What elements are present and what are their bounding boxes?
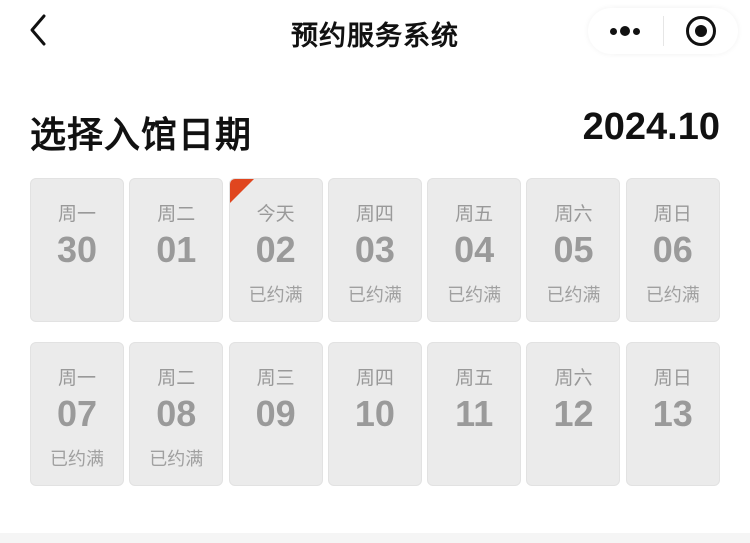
date-number: 02 — [255, 229, 296, 270]
section-title: 选择入馆日期 — [30, 115, 253, 156]
date-card[interactable]: 周六 05 已约满 — [526, 178, 621, 322]
weekday-label: 今天 — [256, 203, 295, 225]
weekday-label: 周一 — [57, 367, 96, 389]
target-circle-icon — [685, 16, 716, 46]
nav-bar: 预约服务系统 — [0, 0, 750, 62]
weekday-label: 周日 — [653, 367, 692, 389]
weekday-label: 周六 — [554, 367, 593, 389]
date-number: 03 — [354, 229, 395, 270]
date-number: 07 — [56, 393, 98, 434]
close-button[interactable] — [664, 8, 739, 54]
booking-status: 已约满 — [447, 285, 502, 306]
month-label: 2024.10 — [582, 106, 720, 148]
date-number: 11 — [455, 393, 494, 434]
weekday-label: 周二 — [157, 367, 196, 389]
weekday-label: 周四 — [355, 367, 394, 389]
date-card[interactable]: 周二 08 已约满 — [129, 342, 224, 486]
booking-status: 已约满 — [347, 285, 402, 306]
weekday-label: 周二 — [157, 203, 196, 225]
date-card[interactable]: 周一 07 已约满 — [30, 342, 124, 486]
weekday-label: 周日 — [653, 203, 692, 225]
date-card[interactable]: 周四 10 — [327, 342, 422, 486]
booking-status: 已约满 — [149, 449, 204, 470]
mini-program-capsule — [588, 8, 738, 54]
more-button[interactable] — [588, 8, 663, 54]
weekday-label: 周六 — [554, 203, 593, 225]
booking-status: 已约满 — [645, 285, 700, 306]
bottom-divider — [0, 533, 750, 543]
more-dots-icon — [610, 26, 641, 36]
date-number: 08 — [156, 393, 197, 434]
weekday-label: 周五 — [455, 203, 494, 225]
date-grid: 周一 30 周二 01 今天 02 已约满 周四 03 已约满 周五 04 已约满 周六 05 已约满 周日 06… — [30, 178, 722, 486]
date-number: 04 — [454, 229, 495, 270]
date-card[interactable]: 周四 03 已约满 — [327, 178, 422, 322]
weekday-label: 周五 — [455, 367, 494, 389]
date-card[interactable]: 周一 30 — [30, 178, 124, 322]
date-card[interactable]: 周三 09 — [228, 342, 323, 486]
date-card[interactable]: 周日 13 — [625, 342, 720, 486]
date-card[interactable]: 周二 01 — [129, 178, 224, 322]
weekday-label: 周三 — [256, 367, 295, 389]
date-number: 06 — [652, 229, 693, 270]
date-number: 05 — [553, 229, 594, 270]
date-card[interactable]: 周五 11 — [427, 342, 522, 486]
booking-status: 已约满 — [248, 285, 303, 306]
booking-status: 已约满 — [546, 285, 601, 306]
date-number: 12 — [553, 393, 594, 434]
date-number: 13 — [652, 393, 693, 434]
date-card-today[interactable]: 今天 02 已约满 — [228, 178, 323, 322]
date-card[interactable]: 周五 04 已约满 — [427, 178, 522, 322]
date-number: 01 — [156, 229, 197, 270]
back-button[interactable] — [24, 12, 54, 48]
date-number: 30 — [56, 229, 98, 270]
booking-status: 已约满 — [50, 449, 104, 470]
date-card[interactable]: 周六 12 — [526, 342, 621, 486]
date-number: 10 — [354, 393, 395, 434]
date-number: 09 — [255, 393, 296, 434]
weekday-label: 周四 — [355, 203, 394, 225]
weekday-label: 周一 — [57, 203, 96, 225]
chevron-left-icon — [30, 14, 46, 46]
date-card[interactable]: 周日 06 已约满 — [625, 178, 720, 322]
